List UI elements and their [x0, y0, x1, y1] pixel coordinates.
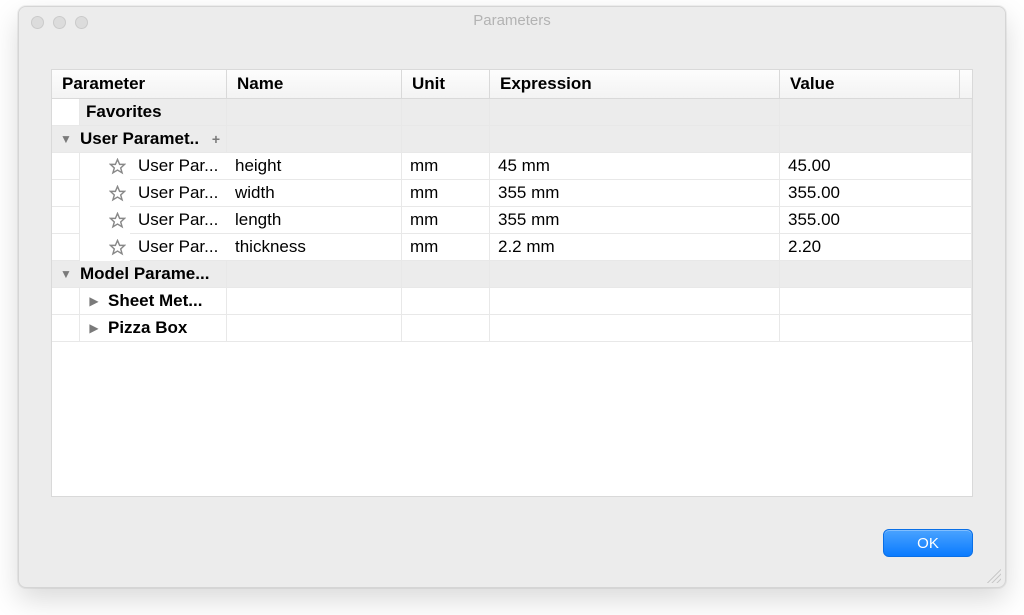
model-subgroup[interactable]: Sheet Met... [52, 288, 972, 315]
favorite-star-icon[interactable] [104, 180, 130, 207]
model-subgroup[interactable]: Pizza Box [52, 315, 972, 342]
parameter-row[interactable]: User Par... width mm 355 mm 355.00 [52, 180, 972, 207]
column-header-expression[interactable]: Expression [490, 70, 780, 98]
parameter-row[interactable]: User Par... height mm 45 mm 45.00 [52, 153, 972, 180]
chevron-down-icon[interactable] [52, 126, 80, 152]
group-label-favorites: Favorites [86, 102, 162, 122]
group-favorites[interactable]: Favorites [52, 99, 972, 126]
group-label-user: User Paramet.. [80, 129, 199, 149]
parameters-dialog: Parameters Parameter Name Unit Expressio… [18, 6, 1006, 588]
column-header-name[interactable]: Name [227, 70, 402, 98]
window-title: Parameters [473, 12, 551, 29]
column-header-parameter[interactable]: Parameter [52, 70, 227, 98]
group-user-parameters[interactable]: User Paramet.. + [52, 126, 972, 153]
close-icon[interactable] [31, 16, 44, 29]
chevron-right-icon[interactable] [80, 321, 108, 335]
parameter-row[interactable]: User Par... length mm 355 mm 355.00 [52, 207, 972, 234]
column-header-unit[interactable]: Unit [402, 70, 490, 98]
minimize-icon[interactable] [53, 16, 66, 29]
group-model-parameters[interactable]: Model Parame... [52, 261, 972, 288]
parameters-table: Parameter Name Unit Expression Value Fav… [51, 69, 973, 497]
window-titlebar[interactable]: Parameters [19, 7, 1005, 35]
column-header-value[interactable]: Value [780, 70, 960, 98]
table-header: Parameter Name Unit Expression Value [52, 70, 972, 99]
add-parameter-icon[interactable]: + [212, 131, 220, 147]
group-label-model: Model Parame... [80, 264, 209, 284]
favorite-star-icon[interactable] [104, 234, 130, 261]
favorite-star-icon[interactable] [104, 153, 130, 180]
chevron-down-icon[interactable] [52, 261, 80, 287]
favorite-star-icon[interactable] [104, 207, 130, 234]
chevron-right-icon[interactable] [80, 294, 108, 308]
zoom-icon[interactable] [75, 16, 88, 29]
parameter-row[interactable]: User Par... thickness mm 2.2 mm 2.20 [52, 234, 972, 261]
ok-button[interactable]: OK [883, 529, 973, 557]
resize-grip-icon[interactable] [985, 567, 1001, 583]
